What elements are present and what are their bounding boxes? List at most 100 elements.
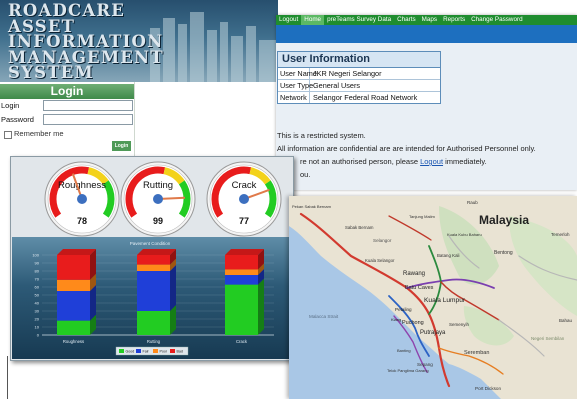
remember-me-label: Remember me (14, 129, 64, 138)
y-tick-label: 0 (37, 333, 40, 338)
bar-segment-side (258, 278, 264, 335)
road-network-map[interactable]: Malaysia Pekan Sabak Bernam Sabak Bernam Se… (289, 196, 577, 399)
logout-notice-text-end: immediately. (445, 157, 487, 166)
y-tick-label: 60 (35, 285, 40, 290)
bar-segment (57, 255, 90, 280)
login-heading: Login (0, 84, 134, 99)
map-label-selangor: Selangor (373, 238, 392, 243)
login-button[interactable]: Login (112, 141, 131, 151)
gauge-label: Roughness (58, 180, 106, 191)
bar-stack-roughness (57, 249, 96, 335)
dashboard-panel: Roughness 78 Rutting 99 Crack 77 Pavement Con… (10, 156, 294, 361)
bar-segment (137, 271, 170, 311)
user-info-table: User Information User Name JKR Negeri Se… (277, 51, 441, 104)
password-input[interactable] (43, 114, 133, 125)
nav-home[interactable]: Home (301, 15, 325, 25)
y-tick-label: 40 (35, 301, 40, 306)
thanks-notice: ou. (300, 170, 311, 179)
map-label-malaysia: Malaysia (479, 213, 529, 227)
map-label-batu-caves: Batu Caves (405, 285, 434, 291)
map-label-banting: Banting (397, 348, 411, 353)
top-nav: Logout Home preTeams Survey Data Charts … (276, 15, 577, 25)
map-label-negeri-sembilan: Negeri Sembilan (531, 336, 565, 341)
row-value: JKR Negeri Selangor (313, 69, 382, 78)
login-panel: Login Login Password Remember me Login (0, 82, 135, 156)
bar-segment (137, 264, 170, 271)
bar-segment (225, 284, 258, 335)
y-tick-label: 10 (35, 325, 40, 330)
logout-notice: re not an authorised person, please Logo… (300, 157, 487, 166)
bar-stack-crack (225, 249, 264, 335)
legend-swatch (170, 349, 175, 353)
gauge-roughness: Roughness 78 (44, 161, 120, 237)
y-tick-label: 30 (35, 309, 40, 314)
y-tick-label: 80 (35, 269, 40, 274)
map-label-semenyih: Semenyih (449, 322, 470, 327)
header-band (276, 25, 577, 43)
bar-top (57, 249, 96, 255)
map-label-kuala-selangor: Kuala Selangor (365, 258, 395, 263)
map-label-bahau: Bahau (559, 318, 573, 323)
map-label-telok-panglima-garang: Telok Panglima Garang (387, 368, 429, 373)
map-label-pekan-sabak-bernam: Pekan Sabak Bernam (292, 204, 332, 209)
bar-segment (57, 291, 90, 321)
nav-charts[interactable]: Charts (394, 15, 419, 25)
gauge-hub (239, 194, 249, 204)
bar-segment (225, 275, 258, 285)
confidential-notice: All information are confidential are are… (277, 144, 536, 153)
nav-change-password[interactable]: Change Password (468, 15, 525, 25)
table-row: User Type General Users (278, 80, 440, 92)
map-label-petaling: Petaling (395, 307, 412, 312)
row-key: User Name (280, 68, 317, 79)
pavement-condition-chart: Pavement Condition 0 10 20 30 40 50 60 70 80 90 100… (32, 241, 274, 356)
map-label-temerloh: Temerloh (551, 232, 570, 237)
bar-stack-rutting (137, 249, 176, 335)
remember-me-checkbox[interactable] (4, 131, 12, 139)
logout-link[interactable]: Logout (420, 157, 443, 166)
gauge-value: 77 (239, 216, 249, 226)
gauge-value: 99 (153, 216, 163, 226)
map-label-kuala-kubu-baharu: Kuala Kubu Baharu (447, 232, 482, 237)
row-key: User Type (280, 80, 314, 91)
bar-segment (57, 279, 90, 291)
y-tick-label: 20 (35, 317, 40, 322)
y-tick-label: 100 (32, 253, 39, 258)
row-value: General Users (313, 81, 361, 90)
login-input[interactable] (43, 100, 133, 111)
map-label-klang: Klang (391, 317, 401, 322)
nav-survey-data[interactable]: preTeams Survey Data (324, 15, 394, 25)
nav-maps[interactable]: Maps (419, 15, 440, 25)
gauge-label: Rutting (143, 180, 173, 191)
map-label-tanjung-malim: Tanjung Malim (409, 214, 435, 219)
map-label-batang-kali: Batang Kali (437, 253, 459, 258)
legend-swatch (136, 349, 141, 353)
map-panel[interactable]: Malaysia Pekan Sabak Bernam Sabak Bernam Se… (289, 196, 577, 399)
chart-title: Pavement Condition (130, 241, 171, 246)
y-tick-label: 90 (35, 261, 40, 266)
gauge-rutting: Rutting 99 (120, 161, 196, 237)
gauge-value: 78 (77, 216, 87, 226)
gauge-crack: Crack 77 (206, 161, 282, 237)
nav-reports[interactable]: Reports (440, 15, 468, 25)
bar-segment (57, 320, 90, 335)
login-label: Login (1, 101, 20, 110)
map-label-sabak-bernam: Sabak Bernam (345, 225, 374, 230)
bar-segment (137, 311, 170, 335)
map-label-sepang: Sepang (417, 362, 433, 367)
gauge-hub (77, 194, 87, 204)
x-tick-label: Rutting (147, 339, 161, 344)
legend-label: Bad (177, 350, 183, 354)
legend-label: Poor (160, 350, 168, 354)
map-label-putrajaya: Putrajaya (420, 330, 446, 336)
map-label-bentong: Bentong (494, 250, 513, 256)
bar-segment-side (170, 265, 176, 311)
gauges: Roughness 78 Rutting 99 Crack 77 (44, 161, 282, 237)
y-tick-label: 50 (35, 293, 40, 298)
table-row: User Name JKR Negeri Selangor (278, 68, 440, 80)
nav-logout[interactable]: Logout (276, 15, 301, 25)
app-title: ROADCARE ASSET INFORMATION MANAGEMENT SY… (8, 1, 164, 82)
chart-legend: Good Fair Poor Bad (115, 346, 189, 356)
logout-notice-text: re not an authorised person, please (300, 157, 418, 166)
gauge-hub (153, 194, 163, 204)
info-panel: Logout Home preTeams Survey Data Charts … (276, 15, 577, 190)
